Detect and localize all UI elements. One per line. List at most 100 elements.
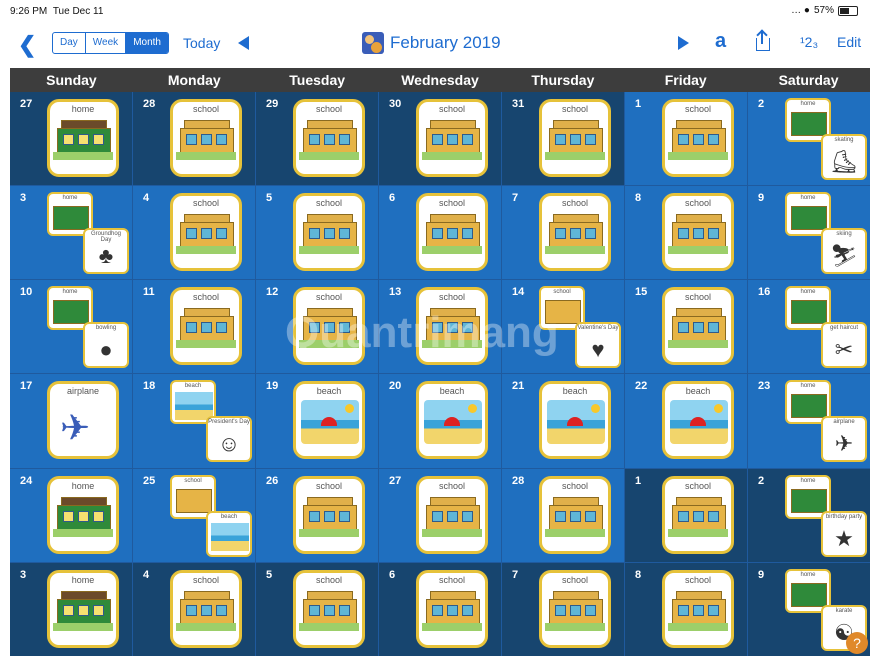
calendar-day-cell[interactable]: 25 school beach bbox=[133, 468, 255, 562]
symbol-card[interactable]: school bbox=[170, 569, 242, 648]
symbol-card[interactable]: get haircut ✂ bbox=[821, 322, 867, 369]
symbol-card[interactable]: school bbox=[539, 99, 611, 177]
calendar-day-cell[interactable]: 22 beach bbox=[625, 374, 747, 468]
previous-month-icon[interactable] bbox=[238, 36, 249, 50]
calendar-day-cell[interactable]: 11 school bbox=[133, 280, 255, 374]
symbol-card[interactable]: school bbox=[539, 569, 611, 648]
calendar-day-cell[interactable]: 18 beach President's Day ☺ bbox=[133, 374, 255, 468]
symbol-card[interactable]: Groundhog Day ♣ bbox=[83, 228, 129, 275]
calendar-day-cell[interactable]: 15 school bbox=[625, 280, 747, 374]
symbol-card[interactable]: home bbox=[47, 475, 119, 554]
symbol-card[interactable]: beach bbox=[416, 381, 488, 460]
symbol-card[interactable]: school bbox=[293, 99, 365, 177]
symbol-card[interactable]: school bbox=[293, 193, 365, 272]
calendar-day-cell[interactable]: 7 school bbox=[502, 562, 624, 656]
chevron-left-icon[interactable]: ❮ bbox=[18, 32, 36, 58]
view-week-button[interactable]: Week bbox=[86, 33, 127, 53]
symbol-card[interactable]: school bbox=[293, 287, 365, 366]
symbol-card[interactable]: home bbox=[47, 99, 119, 177]
calendar-day-cell[interactable]: 12 school bbox=[256, 280, 378, 374]
symbol-card[interactable]: airplane ✈ bbox=[821, 416, 867, 463]
symbol-card[interactable]: school bbox=[539, 475, 611, 554]
calendar-day-cell[interactable]: 3 home bbox=[10, 562, 132, 656]
symbol-card[interactable]: bowling ● bbox=[83, 322, 129, 369]
symbol-card[interactable]: beach bbox=[206, 510, 252, 557]
calendar-day-cell[interactable]: 5 school bbox=[256, 186, 378, 280]
view-day-button[interactable]: Day bbox=[53, 33, 86, 53]
symbol-label: get haircut bbox=[829, 325, 859, 332]
calendar-day-cell[interactable]: 1 school bbox=[625, 92, 747, 186]
lock-icon[interactable]: a bbox=[715, 30, 726, 53]
calendar-day-cell[interactable]: 2 home skating ⛸ bbox=[748, 92, 870, 186]
symbol-card[interactable]: school bbox=[416, 287, 488, 366]
symbol-card[interactable]: school bbox=[416, 99, 488, 177]
symbol-card[interactable]: school bbox=[662, 569, 734, 648]
calendar-day-cell[interactable]: 13 school bbox=[379, 280, 501, 374]
symbol-card[interactable]: school bbox=[170, 287, 242, 366]
calendar-day-cell[interactable]: 3 home Groundhog Day ♣ bbox=[10, 186, 132, 280]
calendar-day-cell[interactable]: 23 home airplane ✈ bbox=[748, 374, 870, 468]
symbol-card[interactable]: President's Day ☺ bbox=[206, 416, 252, 463]
calendar-day-cell[interactable]: 24 home bbox=[10, 468, 132, 562]
edit-button[interactable]: Edit bbox=[837, 34, 861, 50]
calendar-day-cell[interactable]: 20 beach bbox=[379, 374, 501, 468]
calendar-day-cell[interactable]: 14 school Valentine's Day ♥ bbox=[502, 280, 624, 374]
symbol-card[interactable]: school bbox=[293, 475, 365, 554]
calendar-day-cell[interactable]: 28 school bbox=[133, 92, 255, 186]
symbol-card[interactable]: school bbox=[416, 475, 488, 554]
school-icon bbox=[668, 120, 728, 160]
calendar-day-cell[interactable]: 2 home birthday party ★ bbox=[748, 468, 870, 562]
calendar-day-cell[interactable]: 8 school bbox=[625, 186, 747, 280]
view-month-button[interactable]: Month bbox=[126, 33, 168, 53]
symbol-card[interactable]: school bbox=[416, 193, 488, 272]
calendar-day-cell[interactable]: 27 home bbox=[10, 92, 132, 186]
calendar-day-cell[interactable]: 28 school bbox=[502, 468, 624, 562]
symbol-card[interactable]: school bbox=[662, 193, 734, 272]
calendar-day-cell[interactable]: 6 school bbox=[379, 186, 501, 280]
symbol-label: airplane bbox=[833, 419, 855, 426]
calendar-day-cell[interactable]: 30 school bbox=[379, 92, 501, 186]
calendar-day-cell[interactable]: 19 beach bbox=[256, 374, 378, 468]
symbol-label: beach bbox=[316, 386, 342, 397]
symbol-card[interactable]: beach bbox=[539, 381, 611, 460]
numbering-button[interactable]: ¹2₃ bbox=[800, 34, 818, 50]
calendar-day-cell[interactable]: 7 school bbox=[502, 186, 624, 280]
calendar-day-cell[interactable]: 27 school bbox=[379, 468, 501, 562]
symbol-card[interactable]: home bbox=[47, 569, 119, 648]
calendar-day-cell[interactable]: 21 beach bbox=[502, 374, 624, 468]
symbol-card[interactable]: birthday party ★ bbox=[821, 510, 867, 557]
calendar-day-cell[interactable]: 29 school bbox=[256, 92, 378, 186]
symbol-card[interactable]: airplane ✈ bbox=[47, 381, 119, 460]
symbol-card[interactable]: school bbox=[662, 475, 734, 554]
school-icon bbox=[545, 120, 605, 160]
calendar-day-cell[interactable]: 26 school bbox=[256, 468, 378, 562]
calendar-day-cell[interactable]: 4 school bbox=[133, 186, 255, 280]
next-month-icon[interactable] bbox=[678, 36, 689, 50]
symbol-card[interactable]: beach bbox=[662, 381, 734, 460]
symbol-card[interactable]: skating ⛸ bbox=[821, 134, 867, 180]
symbol-card[interactable]: school bbox=[293, 569, 365, 648]
symbol-card[interactable]: beach bbox=[293, 381, 365, 460]
symbol-card[interactable]: school bbox=[170, 99, 242, 177]
share-icon[interactable] bbox=[756, 29, 770, 52]
symbol-card[interactable]: school bbox=[539, 193, 611, 272]
calendar-day-cell[interactable]: 10 home bowling ● bbox=[10, 280, 132, 374]
calendar-day-cell[interactable]: 31 school bbox=[502, 92, 624, 186]
symbol-card[interactable]: school bbox=[170, 193, 242, 272]
calendar-day-cell[interactable]: 9 home skiing ⛷ bbox=[748, 186, 870, 280]
calendar-day-cell[interactable]: 17 airplane ✈ bbox=[10, 374, 132, 468]
today-button[interactable]: Today bbox=[183, 35, 220, 51]
symbol-card[interactable]: school bbox=[662, 287, 734, 366]
calendar-day-cell[interactable]: 6 school bbox=[379, 562, 501, 656]
calendar-day-cell[interactable]: 1 school bbox=[625, 468, 747, 562]
calendar-day-cell[interactable]: 5 school bbox=[256, 562, 378, 656]
symbol-card[interactable]: school bbox=[416, 569, 488, 648]
symbol-card[interactable]: school bbox=[662, 99, 734, 177]
weekday-sunday: Sunday bbox=[46, 72, 97, 88]
calendar-day-cell[interactable]: 8 school bbox=[625, 562, 747, 656]
calendar-day-cell[interactable]: 16 home get haircut ✂ bbox=[748, 280, 870, 374]
help-icon[interactable]: ? bbox=[846, 632, 868, 654]
calendar-day-cell[interactable]: 4 school bbox=[133, 562, 255, 656]
symbol-card[interactable]: Valentine's Day ♥ bbox=[575, 322, 621, 369]
symbol-card[interactable]: skiing ⛷ bbox=[821, 228, 867, 275]
